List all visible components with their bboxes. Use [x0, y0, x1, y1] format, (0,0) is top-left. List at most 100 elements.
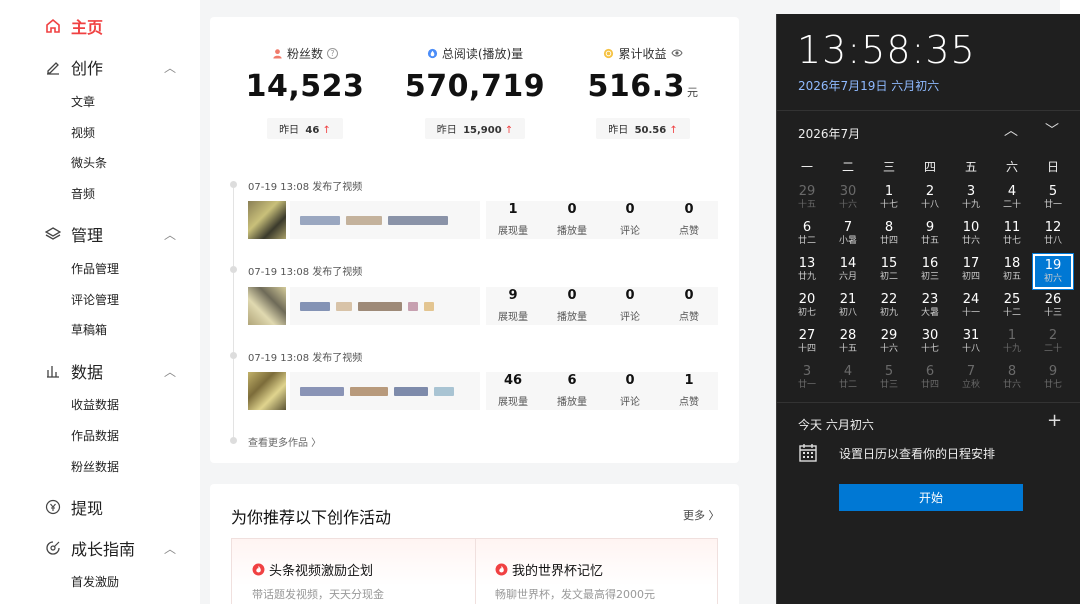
calendar-day[interactable]: 9 廿五 — [910, 218, 950, 253]
nav-sub-works[interactable]: 作品管理 — [71, 260, 119, 277]
activity-item[interactable]: 我的世界杯记忆 — [495, 560, 603, 579]
chevron-up-icon[interactable]: ︿ — [164, 363, 176, 380]
nav-sub-weitoutiao[interactable]: 微头条 — [71, 154, 107, 171]
activities-divider — [475, 539, 476, 604]
calendar-day[interactable]: 2 十八 — [910, 182, 950, 217]
add-event-icon[interactable]: + — [1047, 410, 1062, 431]
lunar-date: 十六 — [879, 344, 898, 354]
post-thumbnail[interactable] — [248, 372, 286, 410]
chevron-up-icon[interactable]: ︿ — [164, 59, 176, 76]
nav-create-label: 创作 — [71, 59, 104, 78]
nav-sub-article[interactable]: 文章 — [71, 93, 95, 110]
stat-income-yesterday: 昨日 50.56 ↑ — [596, 118, 690, 139]
nav-sub-works-data[interactable]: 作品数据 — [71, 427, 119, 444]
chevron-up-icon[interactable]: ︿ — [164, 540, 176, 557]
post-thumbnail[interactable] — [248, 201, 286, 239]
activity-item[interactable]: 头条视频激励企划 — [252, 560, 373, 579]
calendar-day[interactable]: 21 初八 — [828, 290, 868, 325]
calendar-day[interactable]: 28 十五 — [828, 326, 868, 361]
calendar-day[interactable]: 30 十六 — [828, 182, 868, 217]
post-title-blurred[interactable] — [290, 287, 480, 325]
nav-home[interactable]: 主页 — [44, 11, 194, 41]
clock-date-link[interactable]: 2026年7月19日 六月初六 — [798, 77, 939, 94]
nav-withdraw[interactable]: 提现 — [44, 492, 194, 522]
calendar-day[interactable]: 25 十二 — [992, 290, 1032, 325]
calendar-day[interactable]: 17 初四 — [951, 254, 991, 289]
calendar-day[interactable]: 11 廿七 — [992, 218, 1032, 253]
stat-income[interactable]: 累计收益 516.3 元 昨日 50.56 ↑ — [553, 45, 733, 139]
calendar-day-today[interactable]: 19 初六 — [1032, 253, 1074, 290]
eye-icon[interactable] — [670, 48, 683, 58]
start-button[interactable]: 开始 — [839, 484, 1023, 511]
calendar-day[interactable]: 1 十九 — [992, 326, 1032, 361]
lunar-date: 廿七 — [1043, 380, 1062, 390]
blurred-text — [346, 215, 382, 225]
post-thumbnail[interactable] — [248, 287, 286, 325]
metric-label: 展现量 — [498, 397, 528, 408]
calendar-day[interactable]: 5 廿一 — [1033, 182, 1073, 217]
calendar-day[interactable]: 7 小暑 — [828, 218, 868, 253]
post-title-blurred[interactable] — [290, 372, 480, 410]
calendar-day[interactable]: 14 六月 — [828, 254, 868, 289]
calendar-day[interactable]: 2 二十 — [1033, 326, 1073, 361]
help-icon[interactable]: ? — [327, 47, 338, 59]
day-number: 21 — [839, 292, 857, 307]
calendar-day[interactable]: 16 初三 — [910, 254, 950, 289]
nav-growth[interactable]: 成长指南 ︿ — [44, 533, 194, 563]
calendar-day[interactable]: 26 十三 — [1033, 290, 1073, 325]
calendar-day[interactable]: 15 初二 — [869, 254, 909, 289]
calendar-day[interactable]: 6 廿四 — [910, 362, 950, 397]
calendar-day[interactable]: 7 立秋 — [951, 362, 991, 397]
calendar-day[interactable]: 8 廿四 — [869, 218, 909, 253]
calendar-day[interactable]: 4 二十 — [992, 182, 1032, 217]
calendar-day[interactable]: 31 十八 — [951, 326, 991, 361]
blurred-text — [394, 386, 428, 396]
stat-fans[interactable]: 粉丝数 ? 14,523 昨日 46 ↑ — [215, 45, 395, 139]
arrow-up-icon: ↑ — [322, 125, 331, 136]
post-title-blurred[interactable] — [290, 201, 480, 239]
nav-create[interactable]: 创作 ︿ — [44, 52, 194, 82]
calendar-day[interactable]: 13 廿九 — [787, 254, 827, 289]
chevron-up-icon[interactable]: ︿ — [164, 226, 176, 243]
calendar-day[interactable]: 10 廿六 — [951, 218, 991, 253]
nav-sub-income[interactable]: 收益数据 — [71, 396, 119, 413]
calendar-day[interactable]: 29 十六 — [869, 326, 909, 361]
activities-more-link[interactable]: 更多 〉 — [683, 507, 720, 523]
calendar-day[interactable]: 4 廿二 — [828, 362, 868, 397]
calendar-day[interactable]: 3 廿一 — [787, 362, 827, 397]
chevron-down-icon[interactable]: ﹀ — [1045, 120, 1059, 140]
nav-sub-audio[interactable]: 音频 — [71, 185, 95, 202]
calendar-day[interactable]: 18 初五 — [992, 254, 1032, 289]
stat-reads[interactable]: 总阅读(播放)量 570,719 昨日 15,900 ↑ — [385, 45, 565, 139]
calendar-day[interactable]: 27 十四 — [787, 326, 827, 361]
calendar-day[interactable]: 30 十七 — [910, 326, 950, 361]
nav-sub-video[interactable]: 视频 — [71, 124, 95, 141]
metric-comments: 0 评论 — [600, 288, 660, 323]
nav-sub-drafts[interactable]: 草稿箱 — [71, 321, 107, 338]
calendar-day[interactable]: 3 十九 — [951, 182, 991, 217]
blurred-text — [300, 215, 340, 225]
calendar-day[interactable]: 1 十七 — [869, 182, 909, 217]
view-more-works-link[interactable]: 查看更多作品 〉 — [248, 434, 321, 449]
nav-sub-comments[interactable]: 评论管理 — [71, 291, 119, 308]
chevron-up-icon[interactable]: ︿ — [1004, 120, 1018, 140]
nav-data[interactable]: 数据 ︿ — [44, 356, 194, 386]
calendar-month-label[interactable]: 2026年7月 — [798, 125, 860, 142]
calendar-day[interactable]: 23 大暑 — [910, 290, 950, 325]
calendar-day[interactable]: 12 廿八 — [1033, 218, 1073, 253]
calendar-day[interactable]: 9 廿七 — [1033, 362, 1073, 397]
calendar-day[interactable]: 6 廿二 — [787, 218, 827, 253]
calendar-day[interactable]: 8 廿六 — [992, 362, 1032, 397]
calendar-day[interactable]: 22 初九 — [869, 290, 909, 325]
nav-manage[interactable]: 管理 ︿ — [44, 219, 194, 249]
lunar-date: 十七 — [920, 344, 939, 354]
nav-sub-first-publish[interactable]: 首发激励 — [71, 573, 119, 590]
calendar-day[interactable]: 5 廿三 — [869, 362, 909, 397]
calendar-day[interactable]: 24 十一 — [951, 290, 991, 325]
calendar-day[interactable]: 29 十五 — [787, 182, 827, 217]
yesterday-label: 昨日 — [436, 125, 457, 136]
calendar-day[interactable]: 20 初七 — [787, 290, 827, 325]
agenda-message: 设置日历以查看你的日程安排 — [839, 447, 996, 461]
blurred-text — [388, 215, 448, 225]
nav-sub-fans-data[interactable]: 粉丝数据 — [71, 458, 119, 475]
